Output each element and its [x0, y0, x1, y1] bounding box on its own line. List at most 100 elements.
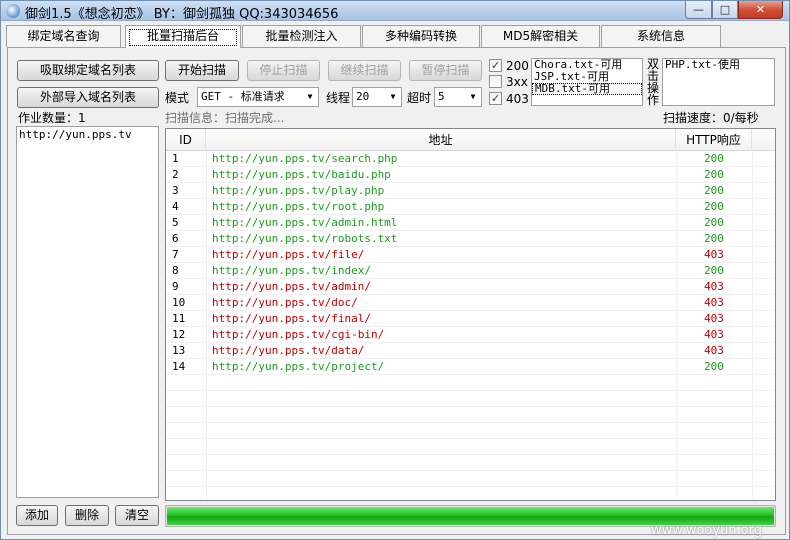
app-icon	[6, 4, 20, 18]
dictionary-list[interactable]: Chora.txt-可用 JSP.txt-可用 MDB.txt-可用	[531, 58, 643, 106]
maximize-button[interactable]: □	[712, 1, 738, 19]
table-row[interactable]	[166, 407, 775, 423]
stop-scan-button[interactable]: 停止扫描	[247, 60, 320, 81]
filter-200-checkbox[interactable]: ✓	[489, 59, 502, 72]
cell-http-code: 403	[704, 328, 724, 341]
list-item[interactable]: MDB.txt-可用	[532, 83, 642, 95]
timeout-value: 5	[438, 90, 445, 103]
cell-http-code: 200	[704, 152, 724, 165]
cell-url: http://yun.pps.tv/cgi-bin/	[212, 328, 385, 341]
filter-403-checkbox[interactable]: ✓	[489, 92, 502, 105]
cell-id: 12	[172, 328, 186, 341]
filter-403-label: 403	[506, 92, 529, 106]
tab-system-info[interactable]: 系统信息	[601, 25, 721, 47]
column-header-url[interactable]: 地址	[206, 129, 676, 151]
tab-domain-lookup[interactable]: 绑定域名查询	[6, 25, 121, 47]
cell-id: 2	[172, 168, 179, 181]
import-domains-button[interactable]: 外部导入域名列表	[17, 87, 159, 108]
title-bar[interactable]: 御剑1.5《想念初恋》 BY：御剑孤独 QQ:343034656 — □ ✕	[1, 1, 789, 22]
cell-id: 10	[172, 296, 186, 309]
hint-char: 作	[647, 93, 660, 107]
php-dictionary-list[interactable]: PHP.txt-使用	[662, 58, 775, 106]
cell-http-code: 200	[704, 184, 724, 197]
pause-scan-button[interactable]: 暂停扫描	[409, 60, 482, 81]
mode-label: 模式	[165, 91, 190, 105]
filter-200-label: 200	[506, 59, 529, 73]
tab-batch-injection[interactable]: 批量检测注入	[242, 25, 361, 47]
chevron-down-icon: ▼	[465, 88, 481, 106]
table-row[interactable]: 12 http://yun.pps.tv/cgi-bin/403	[166, 327, 775, 343]
list-item[interactable]: PHP.txt-使用	[663, 59, 774, 71]
clear-button[interactable]: 清空	[115, 505, 159, 526]
cell-http-code: 403	[704, 344, 724, 357]
cell-id: 11	[172, 312, 186, 325]
results-table[interactable]: ID 地址 HTTP响应 1 http://yun.pps.tv/search.p…	[165, 128, 776, 501]
cell-id: 9	[172, 280, 179, 293]
timeout-label: 超时	[407, 91, 432, 105]
column-header-http[interactable]: HTTP响应	[676, 129, 752, 151]
table-row[interactable]: 6 http://yun.pps.tv/robots.txt 200	[166, 231, 775, 247]
tab-encoding[interactable]: 多种编码转换	[362, 25, 480, 47]
filter-3xx-checkbox[interactable]	[489, 75, 502, 88]
table-row[interactable]: 4 http://yun.pps.tv/root.php 200	[166, 199, 775, 215]
table-row[interactable]: 1 http://yun.pps.tv/search.php 200	[166, 151, 775, 167]
threads-select[interactable]: 20 ▼	[352, 87, 402, 107]
table-row[interactable]: 10 http://yun.pps.tv/doc/403	[166, 295, 775, 311]
list-item[interactable]: http://yun.pps.tv	[17, 129, 158, 141]
add-button[interactable]: 添加	[16, 505, 58, 526]
delete-button[interactable]: 删除	[65, 505, 109, 526]
close-button[interactable]: ✕	[738, 1, 783, 19]
filter-3xx-label: 3xx	[506, 75, 528, 89]
table-row[interactable]	[166, 455, 775, 471]
scan-speed-label: 扫描速度：0/每秒	[663, 111, 759, 125]
cell-id: 13	[172, 344, 186, 357]
table-row[interactable]: 9 http://yun.pps.tv/admin/403	[166, 279, 775, 295]
cell-url: http://yun.pps.tv/file/	[212, 248, 365, 261]
chevron-down-icon: ▼	[385, 88, 401, 106]
mode-value: GET - 标准请求	[201, 90, 285, 103]
cell-http-code: 200	[704, 264, 724, 277]
scan-info-label: 扫描信息：扫描完成...	[165, 111, 285, 125]
resume-scan-button[interactable]: 继续扫描	[328, 60, 401, 81]
double-click-hint: 双击操作	[647, 58, 661, 106]
cell-http-code: 403	[704, 296, 724, 309]
table-row[interactable]: 2 http://yun.pps.tv/baidu.php 200	[166, 167, 775, 183]
watermark: www.wooyun.org	[651, 523, 763, 538]
table-row[interactable]	[166, 487, 775, 500]
column-header-id[interactable]: ID	[166, 129, 206, 151]
fetch-domains-button[interactable]: 吸取绑定域名列表	[17, 60, 159, 81]
tab-batch-scan-admin[interactable]: 批量扫描后台	[125, 25, 241, 48]
table-row[interactable]	[166, 439, 775, 455]
start-scan-button[interactable]: 开始扫描	[165, 60, 239, 81]
cell-url: http://yun.pps.tv/index/	[212, 264, 371, 277]
table-row[interactable]: 14 http://yun.pps.tv/project/200	[166, 359, 775, 375]
cell-url: http://yun.pps.tv/data/	[212, 344, 365, 357]
mode-select[interactable]: GET - 标准请求 ▼	[197, 87, 319, 107]
cell-url: http://yun.pps.tv/admin/	[212, 280, 371, 293]
minimize-button[interactable]: —	[685, 1, 712, 19]
cell-http-code: 200	[704, 216, 724, 229]
table-row[interactable]	[166, 423, 775, 439]
chevron-down-icon: ▼	[302, 88, 318, 106]
table-row[interactable]: 11 http://yun.pps.tv/final/403	[166, 311, 775, 327]
table-row[interactable]: 3 http://yun.pps.tv/play.php 200	[166, 183, 775, 199]
table-row[interactable]: 8 http://yun.pps.tv/index/200	[166, 263, 775, 279]
tab-md5[interactable]: MD5解密相关	[481, 25, 600, 47]
cell-id: 5	[172, 216, 179, 229]
window-title: 御剑1.5《想念初恋》 BY：御剑孤独 QQ:343034656	[25, 7, 339, 22]
table-row[interactable]: 7 http://yun.pps.tv/file/403	[166, 247, 775, 263]
table-row[interactable]: 5 http://yun.pps.tv/admin.html 200	[166, 215, 775, 231]
timeout-select[interactable]: 5 ▼	[434, 87, 482, 107]
domain-list[interactable]: http://yun.pps.tv	[16, 126, 159, 498]
cell-http-code: 200	[704, 168, 724, 181]
table-row[interactable]	[166, 391, 775, 407]
cell-id: 6	[172, 232, 179, 245]
table-row[interactable]	[166, 471, 775, 487]
tab-batch-scan-admin-label: 批量扫描后台	[146, 29, 219, 43]
cell-url: http://yun.pps.tv/baidu.php	[212, 168, 391, 181]
table-row[interactable]: 13 http://yun.pps.tv/data/403	[166, 343, 775, 359]
job-count-label: 作业数量：1	[18, 111, 86, 125]
cell-http-code: 200	[704, 360, 724, 373]
table-row[interactable]	[166, 375, 775, 391]
table-header: ID 地址 HTTP响应	[166, 129, 775, 151]
